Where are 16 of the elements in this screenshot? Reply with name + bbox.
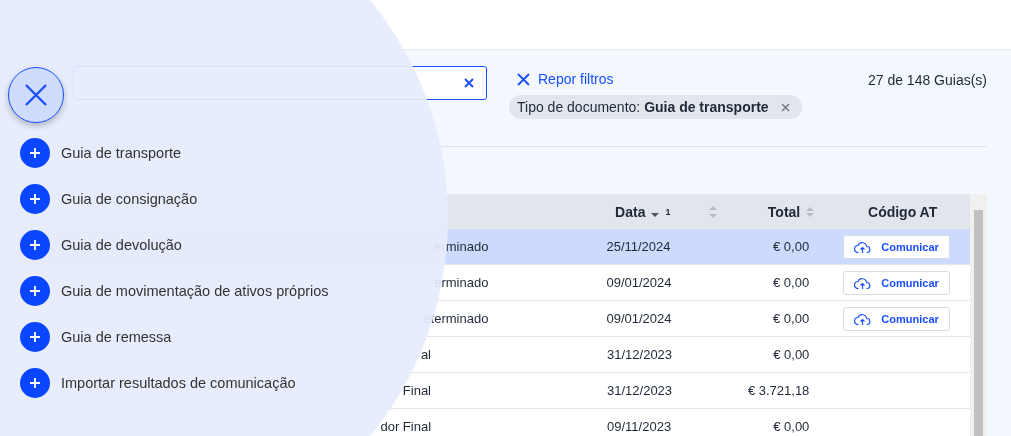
table-cell: dor Final: [380, 419, 431, 434]
table-cell-text: 31/12/2023: [607, 347, 674, 362]
table-cell-text: 09/01/2024: [606, 311, 673, 326]
table-cell-text: 31/12/2023: [607, 383, 674, 398]
table-cell: Final: [402, 383, 431, 398]
table-cell-text: 25/11/2024: [606, 239, 672, 254]
table-cell: € 0,00: [772, 311, 810, 326]
table-cell-text: 09/11/2023: [607, 419, 673, 434]
table-cell: € 0,00: [772, 275, 810, 290]
table-cell: € 3.721,18: [747, 383, 810, 398]
table-cell: al: [420, 347, 431, 362]
result-count: 27 de 148 Guias(s): [867, 71, 987, 88]
table-cell: € 0,00: [772, 239, 810, 254]
table-cell-text: 09/01/2024: [606, 275, 673, 290]
table-cell: € 0,00: [773, 419, 810, 434]
table-cell: € 0,00: [773, 347, 810, 362]
